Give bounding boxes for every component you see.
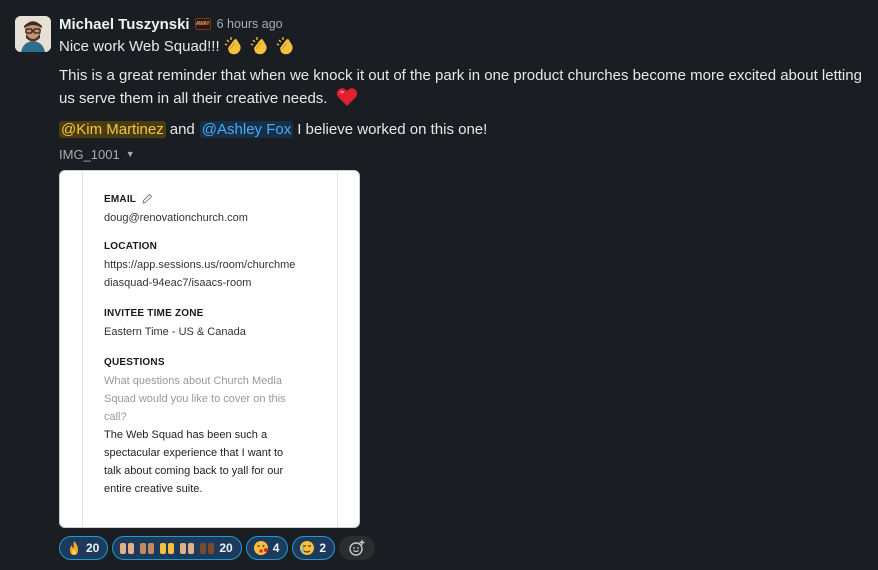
reactions-bar: 20 20 4 2 bbox=[59, 536, 376, 560]
location-label: LOCATION bbox=[104, 241, 158, 252]
location-value-1: https://app.sessions.us/room/churchme bbox=[104, 259, 296, 271]
paragraph-text: This is a great reminder that when we kn… bbox=[59, 67, 862, 107]
add-reaction-button[interactable] bbox=[339, 536, 376, 560]
question-line-2: Squad would you like to cover on this bbox=[104, 393, 286, 405]
chevron-down-icon[interactable]: ▼ bbox=[126, 149, 135, 159]
reaction-fire[interactable]: 20 bbox=[59, 536, 109, 560]
message-text: Nice work Web Squad!!! bbox=[59, 37, 220, 55]
heart-icon bbox=[336, 88, 357, 106]
location-value-2: diasquad-94eac7/isaacs-room bbox=[104, 277, 252, 289]
mentions-line: @Kim Martinez and @Ashley Fox I believe … bbox=[59, 118, 869, 140]
answer-line-2: spectacular experience that I want to bbox=[104, 447, 284, 459]
face-kiss-icon bbox=[253, 541, 268, 555]
timezone-label: INVITEE TIME ZONE bbox=[104, 308, 204, 319]
timestamp[interactable]: 6 hours ago bbox=[217, 17, 283, 31]
mention-kim-martinez[interactable]: @Kim Martinez bbox=[59, 120, 166, 138]
reaction-count: 2 bbox=[319, 541, 327, 555]
mention-ashley-fox[interactable]: @Ashley Fox bbox=[199, 120, 294, 138]
reaction-cry[interactable]: 2 bbox=[292, 536, 336, 560]
message-line-1: Nice work Web Squad!!! bbox=[59, 35, 869, 57]
reaction-count: 4 bbox=[272, 541, 280, 555]
mentions-tail-text: I believe worked on this one! bbox=[297, 120, 488, 138]
attachment-header[interactable]: IMG_1001 ▼ bbox=[59, 146, 869, 162]
answer-line-4: entire creative suite. bbox=[104, 483, 203, 495]
attachment-name[interactable]: IMG_1001 bbox=[59, 147, 120, 162]
reaction-count: 20 bbox=[86, 541, 100, 555]
question-line-1: What questions about Church Media bbox=[104, 375, 282, 387]
reaction-kiss[interactable]: 4 bbox=[245, 536, 289, 560]
avatar[interactable] bbox=[15, 16, 51, 52]
author-name[interactable]: Michael Tuszynski bbox=[59, 16, 190, 33]
question-line-3: call? bbox=[104, 411, 127, 423]
answer-line-3: talk about coming back to yall for our bbox=[104, 465, 284, 477]
status-badge: AWAY bbox=[194, 18, 211, 30]
connector-text: and bbox=[169, 120, 195, 138]
answer-line-1: The Web Squad has been such a bbox=[104, 429, 268, 441]
fire-icon bbox=[70, 541, 78, 555]
face-cry-icon bbox=[300, 541, 315, 555]
attachment-image[interactable]: EMAIL doug@renovationchurch.com LOCATION… bbox=[59, 170, 360, 528]
reaction-count: 20 bbox=[219, 541, 233, 555]
timezone-value: Eastern Time - US & Canada bbox=[104, 326, 246, 338]
questions-label: QUESTIONS bbox=[104, 357, 165, 368]
email-value: doug@renovationchurch.com bbox=[104, 212, 248, 224]
add-reaction-icon bbox=[349, 540, 365, 556]
email-label: EMAIL bbox=[104, 193, 137, 205]
message: Michael Tuszynski AWAY 6 hours ago Nice … bbox=[59, 14, 869, 560]
raised-hands-icon bbox=[120, 543, 215, 554]
clap-icon bbox=[250, 37, 267, 55]
reaction-raised-hands[interactable]: 20 bbox=[112, 536, 242, 560]
message-paragraph: This is a great reminder that when we kn… bbox=[59, 65, 864, 110]
message-header: Michael Tuszynski AWAY 6 hours ago bbox=[59, 14, 869, 34]
pencil-icon bbox=[142, 193, 153, 204]
clap-icon bbox=[224, 37, 241, 55]
image-content: EMAIL doug@renovationchurch.com LOCATION… bbox=[82, 171, 338, 527]
clap-emojis bbox=[224, 36, 302, 56]
clap-icon bbox=[276, 37, 293, 55]
